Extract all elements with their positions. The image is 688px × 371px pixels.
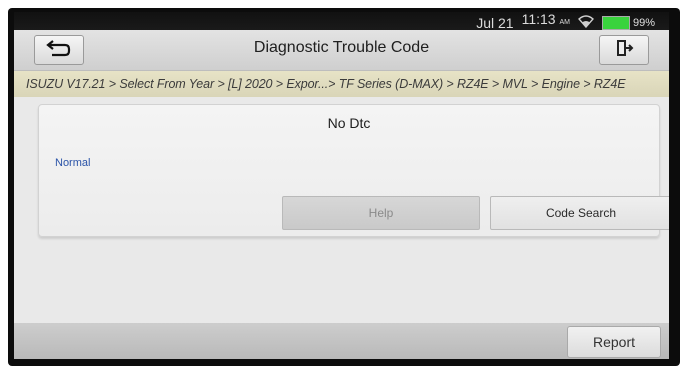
status-right: Jul 21 11:13 AM 99% [476,12,655,30]
dtc-status-label: Normal [55,157,91,169]
page-title: Diagnostic Trouble Code [253,39,430,56]
status-date: Jul 21 [476,15,514,31]
status-bar: Jul 21 11:13 AM 99% [14,12,669,30]
exit-door-icon [614,38,634,63]
screen: Jul 21 11:13 AM 99% Diagnostic Trouble C… [14,12,669,359]
battery-icon [601,16,630,30]
battery-indicator: 99% [601,16,655,30]
status-time-value: 11:13 [521,12,556,27]
battery-percent: 99% [632,17,655,29]
code-search-button[interactable]: Code Search [490,196,669,230]
bottom-bar: Report [14,323,669,359]
status-time: 11:13 AM [522,12,570,30]
help-button[interactable]: Help [282,196,480,230]
dtc-result-title: No Dtc [327,115,371,131]
wifi-icon [577,15,594,30]
exit-button[interactable] [599,35,649,65]
dtc-result-card: No Dtc Normal Help Code Search [38,104,669,237]
breadcrumb: ISUZU V17.21 > Select From Year > [L] 20… [14,71,669,97]
title-bar: Diagnostic Trouble Code [14,30,669,71]
status-ampm: AM [559,19,570,26]
report-button[interactable]: Report [567,326,661,358]
